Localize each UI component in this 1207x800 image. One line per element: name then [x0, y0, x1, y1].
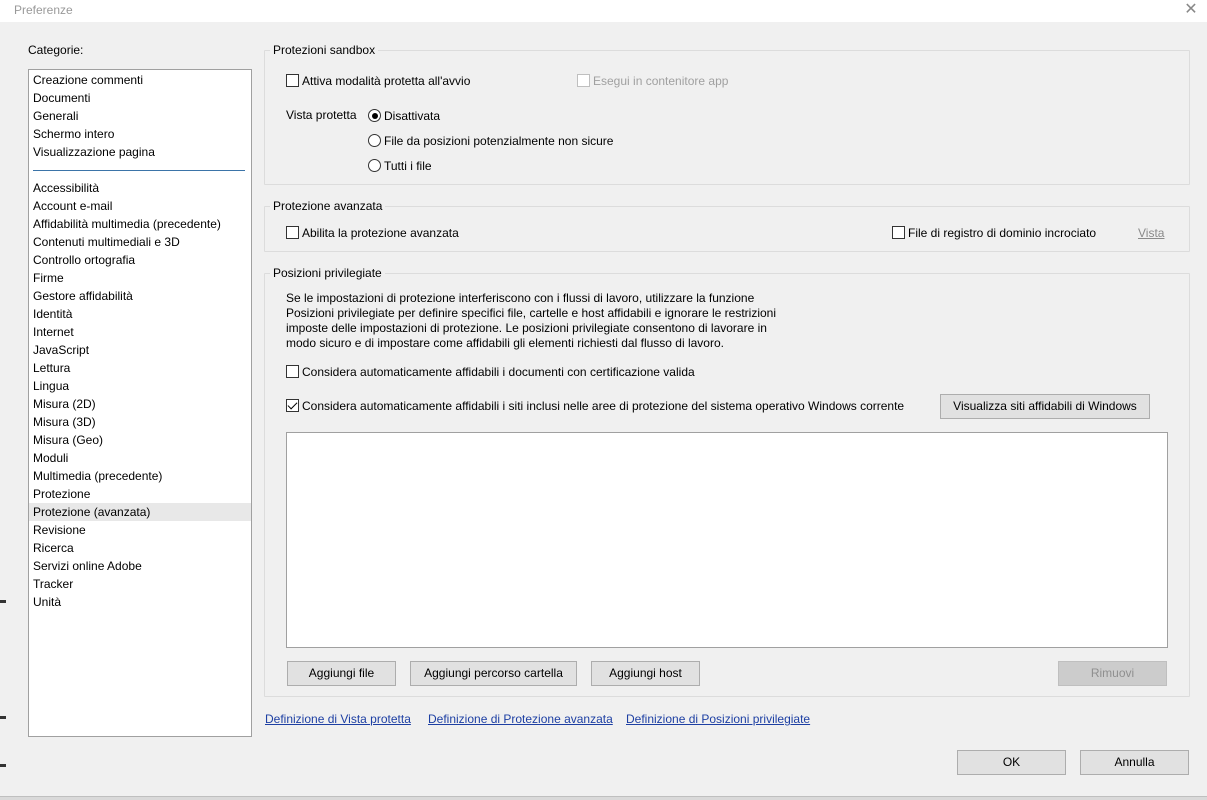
enhanced-security-checkbox[interactable]: Abilita la protezione avanzata [286, 225, 459, 240]
enhanced-group-title: Protezione avanzata [270, 199, 386, 213]
view-log-link[interactable]: Vista [1138, 226, 1164, 240]
window-edge-mark [0, 764, 6, 767]
category-item[interactable]: Firme [29, 269, 251, 287]
privileged-locations-list[interactable] [286, 432, 1168, 648]
category-item[interactable]: Misura (Geo) [29, 431, 251, 449]
checkbox-box[interactable] [286, 399, 299, 413]
checkbox-box[interactable] [286, 365, 299, 379]
category-item[interactable]: Misura (3D) [29, 413, 251, 431]
title-bar: Preferenze ✕ [0, 0, 1207, 22]
category-item[interactable]: Documenti [29, 89, 251, 107]
radio-dot[interactable] [368, 134, 381, 148]
category-item[interactable]: Schermo intero [29, 125, 251, 143]
window-edge-mark [0, 716, 6, 719]
checkbox-box[interactable] [286, 74, 299, 88]
windows-zones-checkbox[interactable]: Considera automaticamente affidabili i s… [286, 398, 904, 413]
checkbox-box [577, 74, 590, 88]
categories-list[interactable]: Creazione commenti Documenti Generali Scher… [28, 69, 252, 737]
privileged-group-title: Posizioni privilegiate [270, 266, 385, 280]
category-item[interactable]: Lettura [29, 359, 251, 377]
window-edge-mark [0, 600, 6, 603]
checkbox-box[interactable] [286, 226, 299, 240]
privileged-locations-definition-link[interactable]: Definizione di Posizioni privilegiate [626, 712, 810, 726]
category-item[interactable]: Tracker [29, 575, 251, 593]
category-item[interactable]: Revisione [29, 521, 251, 539]
privileged-description: Se le impostazioni di protezione interfe… [286, 291, 777, 350]
category-item[interactable]: Creazione commenti [29, 71, 251, 89]
radio-dot[interactable] [368, 159, 381, 173]
category-item[interactable]: Controllo ortografia [29, 251, 251, 269]
ok-button[interactable]: OK [957, 750, 1066, 775]
categories-separator [33, 170, 245, 171]
cancel-button[interactable]: Annulla [1080, 750, 1189, 775]
add-host-button[interactable]: Aggiungi host [591, 661, 700, 686]
protected-view-definition-link[interactable]: Definizione di Vista protetta [265, 712, 411, 726]
protected-view-off-radio[interactable]: Disattivata [368, 108, 440, 123]
category-item[interactable]: Internet [29, 323, 251, 341]
window-title: Preferenze [14, 3, 73, 17]
radio-dot[interactable] [368, 109, 381, 123]
category-item[interactable]: Contenuti multimediali e 3D [29, 233, 251, 251]
category-item[interactable]: Ricerca [29, 539, 251, 557]
protected-view-label: Vista protetta [286, 108, 357, 122]
category-item[interactable]: Moduli [29, 449, 251, 467]
category-item[interactable]: Protezione [29, 485, 251, 503]
app-container-checkbox: Esegui in contenitore app [577, 73, 728, 88]
preferences-dialog: Preferenze ✕ Categorie: Creazione commen… [0, 0, 1207, 797]
checkbox-box[interactable] [892, 226, 905, 240]
category-item[interactable]: Lingua [29, 377, 251, 395]
add-folder-path-button[interactable]: Aggiungi percorso cartella [410, 661, 577, 686]
category-item[interactable]: Gestore affidabilità [29, 287, 251, 305]
category-item[interactable]: Visualizzazione pagina [29, 143, 251, 161]
category-item[interactable]: Generali [29, 107, 251, 125]
sandbox-group-title: Protezioni sandbox [270, 43, 379, 57]
category-item[interactable]: Account e-mail [29, 197, 251, 215]
category-item[interactable]: Accessibilità [29, 179, 251, 197]
categories-label: Categorie: [28, 43, 84, 57]
category-item[interactable]: Unità [29, 593, 251, 611]
view-windows-trusted-sites-button[interactable]: Visualizza siti affidabili di Windows [940, 394, 1150, 419]
protected-view-unsafe-radio[interactable]: File da posizioni potenzialmente non sic… [368, 133, 613, 148]
category-item[interactable]: Multimedia (precedente) [29, 467, 251, 485]
remove-button: Rimuovi [1058, 661, 1167, 686]
category-item[interactable]: Misura (2D) [29, 395, 251, 413]
category-item[interactable]: Affidabilità multimedia (precedente) [29, 215, 251, 233]
category-item[interactable]: Protezione (avanzata) [29, 503, 251, 521]
category-item[interactable]: Identità [29, 305, 251, 323]
cross-domain-log-checkbox[interactable]: File di registro di dominio incrociato [892, 225, 1096, 240]
category-item[interactable]: JavaScript [29, 341, 251, 359]
category-item[interactable]: Servizi online Adobe [29, 557, 251, 575]
protected-mode-checkbox[interactable]: Attiva modalità protetta all'avvio [286, 73, 470, 88]
close-icon[interactable]: ✕ [1183, 0, 1199, 20]
certified-docs-checkbox[interactable]: Considera automaticamente affidabili i d… [286, 364, 695, 379]
protected-view-all-radio[interactable]: Tutti i file [368, 158, 432, 173]
add-file-button[interactable]: Aggiungi file [287, 661, 396, 686]
enhanced-security-definition-link[interactable]: Definizione di Protezione avanzata [428, 712, 613, 726]
